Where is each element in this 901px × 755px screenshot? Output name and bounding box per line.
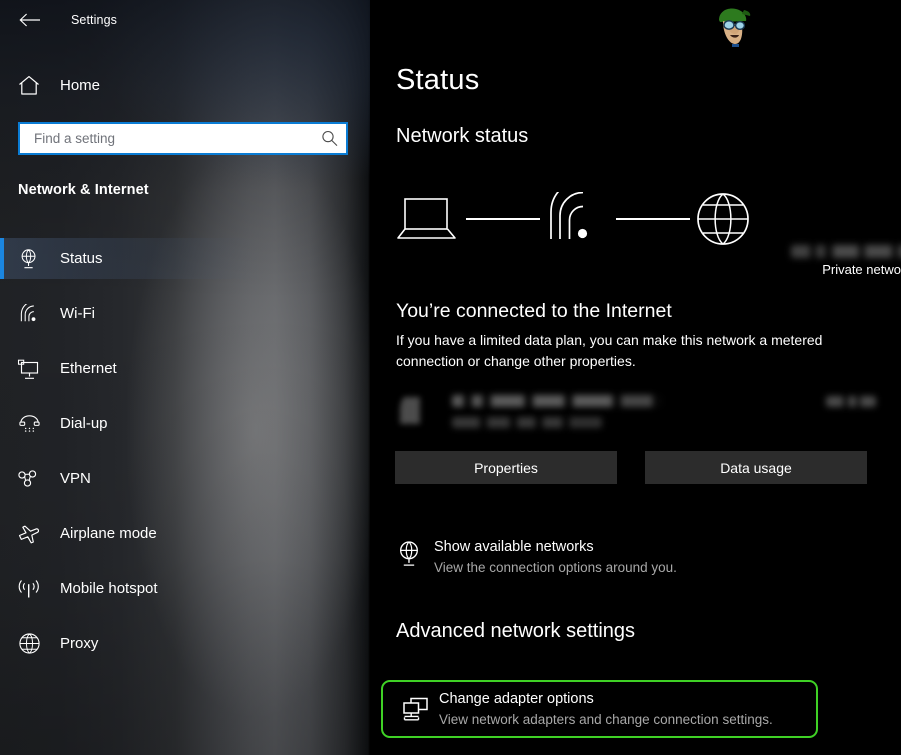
search-icon[interactable] — [312, 130, 346, 147]
connection-line-left — [466, 218, 540, 220]
change-adapter-options-link[interactable]: Change adapter options View network adap… — [381, 680, 818, 738]
title-bar: Settings — [0, 0, 370, 40]
sidebar-nav: Status Wi-Fi Ethernet Dial-up VPN Airpla… — [0, 238, 370, 678]
usage-network-name-redacted — [452, 395, 662, 407]
sidebar-item-label: Wi-Fi — [60, 305, 95, 322]
link-subtitle: View the connection options around you. — [434, 560, 677, 575]
wifi-icon — [5, 303, 53, 324]
back-arrow-icon — [19, 13, 40, 27]
network-adapters-icon — [401, 694, 439, 724]
advanced-network-settings-heading: Advanced network settings — [396, 620, 636, 642]
link-title: Show available networks — [434, 539, 594, 555]
connection-line-right — [616, 218, 690, 220]
show-available-networks-link[interactable]: Show available networks View the connect… — [396, 538, 836, 577]
sidebar-item-label: Ethernet — [60, 360, 117, 377]
sidebar-item-label: Airplane mode — [60, 525, 157, 542]
sidebar-item-proxy[interactable]: Proxy — [0, 623, 370, 664]
sidebar-item-home[interactable]: Home — [0, 67, 370, 103]
sidebar-item-label: Status — [60, 250, 103, 267]
sidebar-item-status[interactable]: Status — [0, 238, 370, 279]
globe-monitor-icon — [396, 538, 434, 567]
sidebar-item-mobile-hotspot[interactable]: Mobile hotspot — [0, 568, 370, 609]
back-button[interactable] — [7, 4, 53, 36]
network-status-heading: Network status — [396, 125, 529, 147]
selection-indicator — [0, 238, 4, 279]
page-title: Status — [396, 64, 480, 96]
sidebar-item-vpn[interactable]: VPN — [0, 458, 370, 499]
sidebar-item-dialup[interactable]: Dial-up — [0, 403, 370, 444]
site-mascot-logo — [708, 4, 756, 48]
sidebar-item-label: Dial-up — [60, 415, 108, 432]
usage-amount-redacted — [826, 396, 876, 407]
network-type-label: Private network — [822, 262, 901, 277]
internet-globe-icon — [696, 192, 750, 251]
sidebar-item-airplane-mode[interactable]: Airplane mode — [0, 513, 370, 554]
properties-button[interactable]: Properties — [395, 451, 617, 484]
home-icon — [5, 75, 53, 96]
network-name-redacted — [791, 245, 901, 258]
link-subtitle: View network adapters and change connect… — [439, 711, 773, 727]
airplane-icon — [5, 523, 53, 545]
globe-icon — [5, 632, 53, 655]
app-title: Settings — [71, 13, 117, 27]
settings-window: Settings Home Networ — [0, 0, 901, 755]
laptop-icon — [396, 196, 458, 247]
wifi-signal-icon — [396, 389, 430, 427]
search-input[interactable] — [20, 124, 312, 153]
sidebar-item-label: Home — [60, 76, 101, 94]
data-usage-button[interactable]: Data usage — [645, 451, 867, 484]
sidebar-item-wifi[interactable]: Wi-Fi — [0, 293, 370, 334]
globe-monitor-icon — [5, 248, 53, 270]
ethernet-icon — [5, 358, 53, 380]
usage-period-redacted — [452, 417, 602, 428]
sidebar-item-label: Mobile hotspot — [60, 580, 158, 597]
search-box[interactable] — [18, 122, 348, 155]
wifi-signal-icon — [548, 179, 594, 247]
connection-status-description: If you have a limited data plan, you can… — [396, 332, 823, 369]
network-diagram — [396, 179, 749, 250]
data-usage-summary-row — [396, 389, 876, 437]
sidebar-category-label: Network & Internet — [18, 182, 149, 198]
sidebar-item-label: VPN — [60, 470, 91, 487]
sidebar-item-label: Proxy — [60, 635, 99, 652]
main-content: Status Network status Private netwo You’… — [370, 0, 901, 755]
sidebar: Settings Home Networ — [0, 0, 370, 755]
vpn-icon — [5, 469, 53, 489]
sidebar-item-ethernet[interactable]: Ethernet — [0, 348, 370, 389]
dialup-phone-icon — [5, 413, 53, 435]
hotspot-icon — [5, 578, 53, 600]
link-title: Change adapter options — [439, 690, 594, 707]
connection-status-heading: You’re connected to the Internet — [396, 300, 672, 322]
